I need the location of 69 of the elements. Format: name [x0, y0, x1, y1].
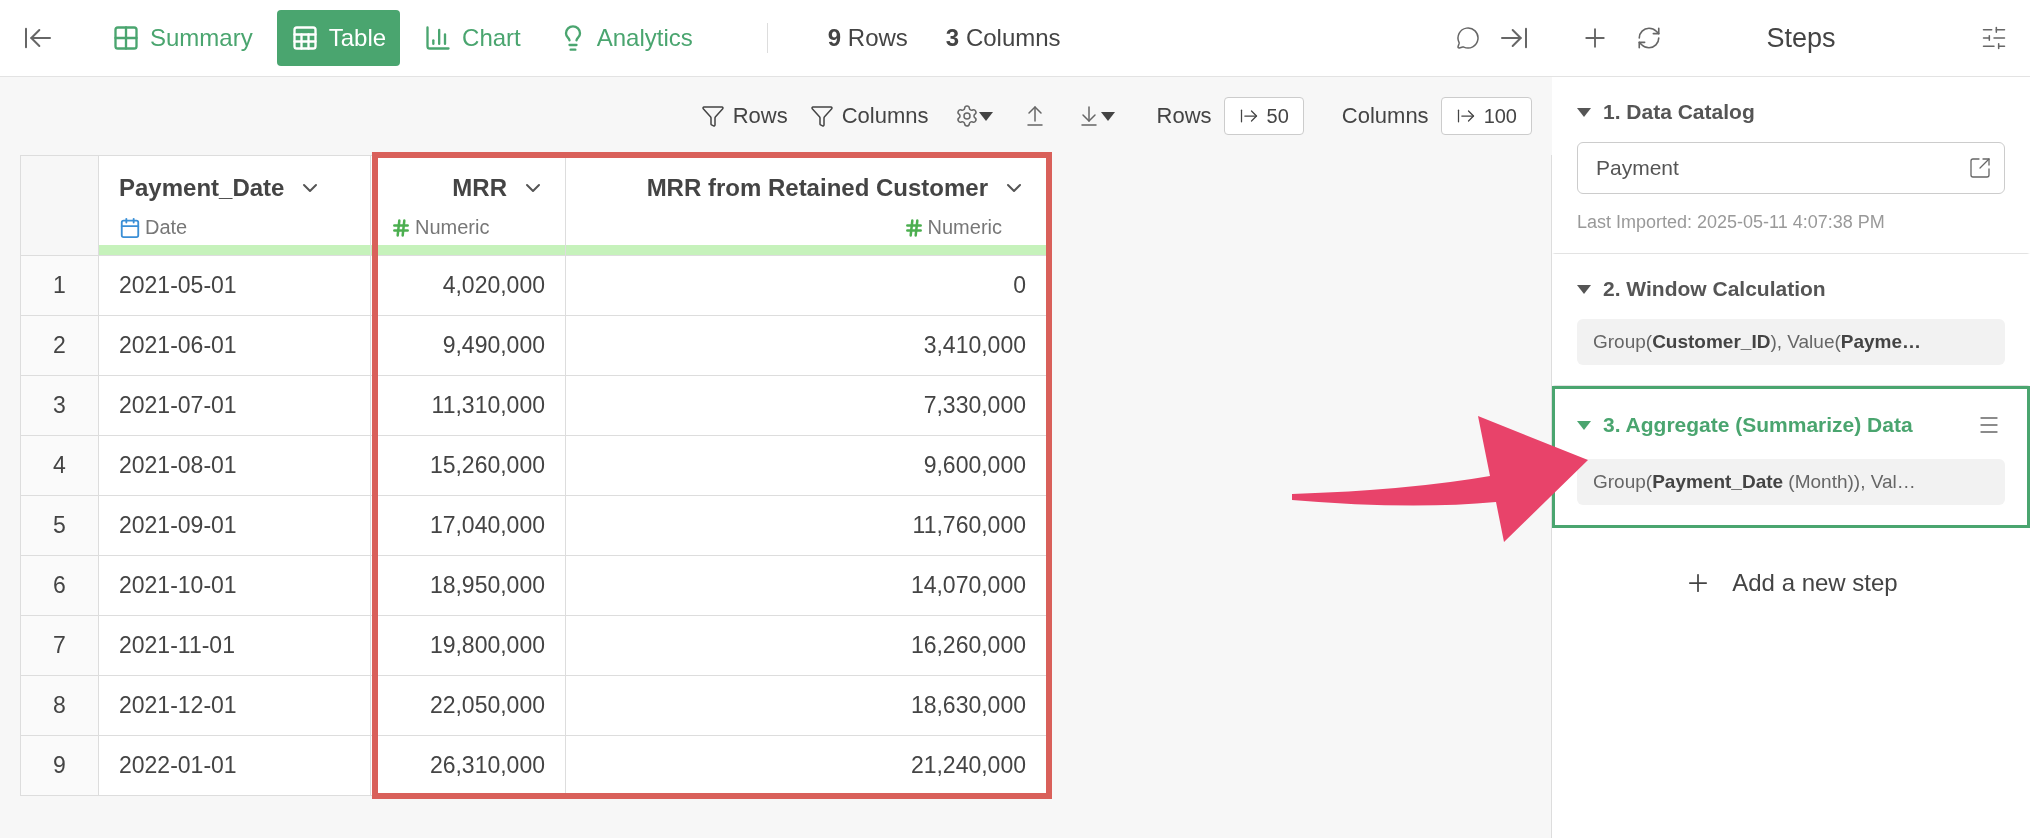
table-cell: 2021-10-01: [99, 556, 371, 616]
table-cell: 11,310,000: [371, 376, 566, 436]
table-cell: 26,310,000: [371, 736, 566, 796]
column-name: MRR: [452, 174, 507, 202]
step-card[interactable]: 1. Data Catalog Payment Last Imported: 2025-05-11 4:07:38 PM: [1552, 77, 2030, 254]
table-cell: 2021-06-01: [99, 316, 371, 376]
step-card[interactable]: 3. Aggregate (Summarize) Data Group(Payment_Date (Month)), Val…: [1552, 386, 2030, 528]
panel-title: Steps: [1765, 22, 1837, 54]
row-number: 1: [21, 256, 99, 316]
grid-icon: [112, 24, 140, 52]
table-cell: 18,950,000: [371, 556, 566, 616]
calendar-icon: [119, 216, 141, 239]
table-cell: 17,040,000: [371, 496, 566, 556]
table-cell: 2021-08-01: [99, 436, 371, 496]
caret-icon: [1577, 284, 1591, 294]
step-title[interactable]: 1. Data Catalog: [1577, 100, 2005, 124]
caret-icon: [978, 111, 993, 121]
step-title[interactable]: 2. Window Calculation: [1577, 277, 2005, 301]
column-count: 3 Columns: [945, 24, 1061, 52]
table-cell: 19,800,000: [371, 616, 566, 676]
table-cell: 4,020,000: [371, 256, 566, 316]
row-number: 3: [21, 376, 99, 436]
settings-icon: [954, 104, 979, 128]
bar-chart-icon: [424, 24, 453, 52]
table-cell: 2021-07-01: [99, 376, 371, 436]
column-type: Date: [145, 216, 188, 239]
filter-icon: [700, 104, 725, 128]
row-number: 8: [21, 676, 99, 736]
column-header[interactable]: Payment_Date Date: [99, 156, 371, 256]
row-number: 7: [21, 616, 99, 676]
table-cell: 15,260,000: [371, 436, 566, 496]
column-name: MRR from Retained Customer: [646, 174, 988, 202]
column-type: Numeric: [927, 216, 1002, 239]
column-name: Payment_Date: [119, 174, 285, 202]
import-note: Last Imported: 2025-05-11 4:07:38 PM: [1577, 212, 1886, 233]
caret-icon: [1100, 111, 1115, 121]
table-cell: 2022-01-01: [99, 736, 371, 796]
rows-limit-label: Rows: [1156, 103, 1212, 129]
row-number: 5: [21, 496, 99, 556]
table-cell: 9,490,000: [371, 316, 566, 376]
row-count: 9 Rows: [827, 24, 908, 52]
table-cell: 2021-05-01: [99, 256, 371, 316]
columns-limit-field[interactable]: 100: [1440, 97, 1532, 135]
row-number: 9: [21, 736, 99, 796]
add-step-button[interactable]: Add a new step: [1678, 568, 1904, 598]
columns-limit-label: Columns: [1341, 103, 1429, 129]
filter-rows-button[interactable]: Rows: [700, 103, 788, 129]
step-summary[interactable]: Group(Payment_Date (Month)), Val…: [1577, 459, 2005, 505]
external-link-icon[interactable]: [1968, 156, 1992, 180]
table-icon: [290, 24, 319, 52]
row-number: 2: [21, 316, 99, 376]
caret-icon: [1577, 107, 1591, 117]
row-number: 4: [21, 436, 99, 496]
table-cell: 2021-09-01: [99, 496, 371, 556]
filter-columns-button[interactable]: Columns: [809, 103, 929, 129]
caret-icon: [1577, 420, 1591, 430]
table-cell: 2021-12-01: [99, 676, 371, 736]
table-cell: 2021-11-01: [99, 616, 371, 676]
table-cell: 22,050,000: [371, 676, 566, 736]
hash-icon: [391, 217, 411, 238]
column-type: Numeric: [415, 216, 490, 239]
source-field[interactable]: Payment: [1577, 142, 2005, 194]
rows-limit-field[interactable]: 50: [1223, 97, 1304, 135]
row-number: 6: [21, 556, 99, 616]
step-summary[interactable]: Group(Customer_ID), Value(Payme…: [1577, 319, 2005, 365]
column-header[interactable]: MRR Numeric: [371, 156, 566, 256]
step-card[interactable]: 2. Window Calculation Group(Customer_ID), Value(Payme…: [1552, 254, 2030, 386]
filter-icon: [809, 104, 834, 128]
hash-icon: [903, 217, 924, 238]
